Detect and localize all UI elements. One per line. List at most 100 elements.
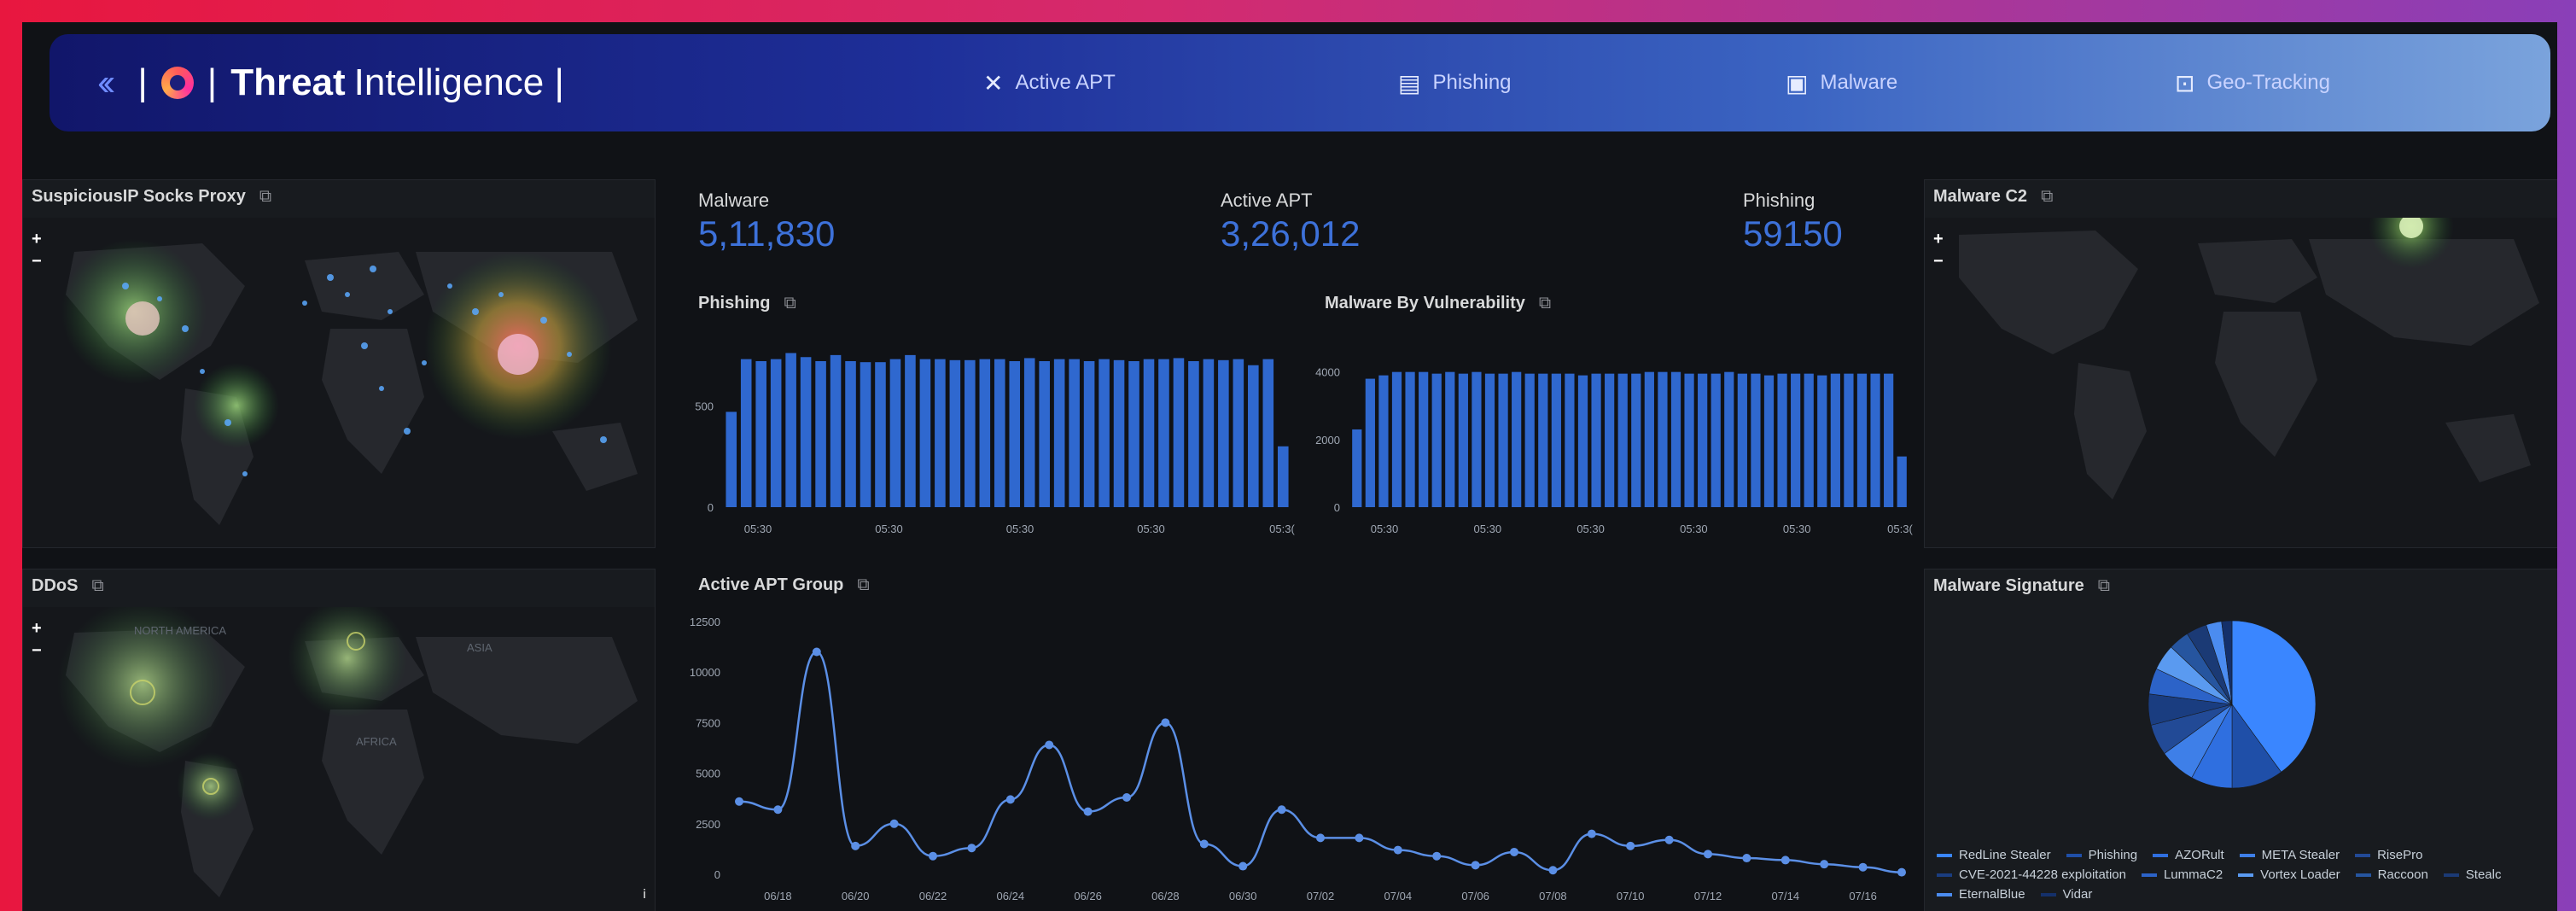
data-point: [1432, 851, 1442, 861]
legend-item[interactable]: Vortex Loader: [2238, 867, 2340, 882]
zoom-in-button[interactable]: +: [1933, 230, 1944, 249]
x-tick-label: 06/28: [1151, 890, 1180, 902]
data-point: [1897, 867, 1906, 877]
bar: [1670, 371, 1681, 507]
info-icon[interactable]: ⅰ: [643, 887, 646, 902]
stat-value: 5,11,830: [698, 213, 836, 254]
bug-icon: ✕: [983, 69, 1004, 96]
data-point: [1820, 860, 1829, 869]
legend-item[interactable]: RisePro: [2355, 848, 2422, 862]
bar: [1203, 359, 1215, 507]
external-link-icon[interactable]: ⧉: [784, 294, 796, 313]
bar: [935, 359, 946, 507]
external-link-icon[interactable]: ⧉: [91, 576, 103, 596]
panel-title: Malware By Vulnerability ⧉: [1325, 294, 1551, 313]
legend-item[interactable]: CVE-2021-44228 exploitation: [1937, 867, 2126, 882]
nav-phishing[interactable]: ▤ Phishing: [1398, 34, 1512, 131]
world-map[interactable]: NORTH AMERICA ASIA AFRICA + − ⅰ: [23, 607, 655, 911]
bar: [1458, 373, 1468, 507]
y-tick-label: 7500: [696, 716, 720, 729]
apt-line-chart[interactable]: 0 2500 5000 7500 10000 12500 06/18 06/20 06/22 06…: [676, 610, 1917, 908]
legend-label: Vidar: [2062, 887, 2093, 902]
zoom-in-button[interactable]: +: [32, 230, 42, 249]
legend-item[interactable]: Stealc: [2443, 867, 2502, 882]
bar: [1431, 373, 1442, 507]
bar: [1763, 375, 1775, 507]
data-point: [851, 841, 860, 850]
vulnerability-bar-chart[interactable]: 0 2000 4000 05:30 05:30 05:30 05:30 05:30 05:3(: [1303, 324, 1917, 546]
data-point: [1316, 833, 1325, 843]
external-link-icon[interactable]: ⧉: [1539, 294, 1551, 313]
external-link-icon[interactable]: ⧉: [857, 575, 869, 595]
stat-malware: Malware 5,11,830: [698, 190, 835, 254]
world-map[interactable]: + −: [1925, 218, 2557, 547]
bar: [1737, 373, 1747, 507]
bar: [815, 361, 826, 507]
x-tick-label: 07/10: [1617, 890, 1645, 902]
bar: [1069, 359, 1080, 507]
world-map[interactable]: + −: [23, 218, 655, 547]
nav-geo-tracking[interactable]: ⊡ Geo-Tracking: [2175, 34, 2330, 131]
legend-item[interactable]: LummaC2: [2141, 867, 2223, 882]
data-point: [1780, 856, 1790, 865]
external-link-icon[interactable]: ⧉: [2041, 187, 2053, 207]
zoom-out-button[interactable]: −: [32, 641, 42, 661]
bar: [1644, 371, 1654, 507]
legend-item[interactable]: EternalBlue: [1937, 887, 2025, 902]
legend-item[interactable]: RedLine Stealer: [1937, 848, 2051, 862]
legend-item[interactable]: Raccoon: [2355, 867, 2428, 882]
bar: [800, 357, 812, 507]
y-tick-label: 5000: [696, 768, 720, 780]
x-tick-label: 06/20: [842, 890, 870, 902]
bar: [1577, 375, 1588, 507]
signature-pie-chart[interactable]: [1925, 610, 2557, 815]
bar: [1419, 371, 1429, 507]
y-tick-label: 10000: [690, 666, 720, 679]
zoom-out-button[interactable]: −: [1933, 252, 1944, 272]
zoom-out-button[interactable]: −: [32, 252, 42, 272]
bar: [1391, 371, 1402, 507]
legend-label: Stealc: [2465, 867, 2502, 882]
bar: [979, 359, 991, 507]
bar: [1498, 373, 1508, 507]
data-point: [1471, 861, 1480, 870]
legend-swatch: [2355, 873, 2371, 877]
legend-item[interactable]: Phishing: [2066, 848, 2137, 862]
map-svg: [61, 239, 638, 525]
legend-item[interactable]: Vidar: [2040, 887, 2093, 902]
x-tick-label: 07/02: [1307, 890, 1335, 902]
nav-active-apt[interactable]: ✕ Active APT: [983, 34, 1116, 131]
nav-malware[interactable]: ▣ Malware: [1786, 34, 1897, 131]
panel-title-text: Phishing: [698, 294, 771, 312]
legend-item[interactable]: AZORult: [2153, 848, 2224, 862]
data-point: [1355, 833, 1364, 843]
data-point: [1005, 795, 1015, 804]
bar: [1053, 359, 1065, 507]
double-chevron-left-icon[interactable]: ‹‹: [97, 61, 116, 104]
external-link-icon[interactable]: ⧉: [2098, 576, 2110, 596]
nav-label: Malware: [1820, 71, 1898, 94]
zoom-in-button[interactable]: +: [32, 619, 42, 639]
bar: [949, 359, 961, 507]
map-label: AFRICA: [356, 735, 397, 748]
x-tick-label: 07/14: [1772, 890, 1800, 902]
legend-label: Raccoon: [2377, 867, 2428, 882]
bar: [726, 412, 737, 507]
bar: [1538, 373, 1548, 507]
phishing-bar-chart[interactable]: 0 500 05:30 05:30 05:30 05:30 05:3(: [676, 324, 1299, 546]
data-point: [1238, 861, 1248, 871]
legend-label: RedLine Stealer: [1959, 848, 2051, 862]
bar: [1158, 359, 1169, 507]
stat-active-apt: Active APT 3,26,012: [1221, 190, 1361, 254]
separator: |: [207, 61, 218, 103]
legend-item[interactable]: META Stealer: [2239, 848, 2340, 862]
nav-label: Geo-Tracking: [2206, 71, 2330, 94]
x-tick-label: 05:30: [1006, 523, 1034, 535]
bar: [1711, 373, 1721, 507]
data-point: [773, 805, 783, 815]
external-link-icon[interactable]: ⧉: [259, 187, 271, 207]
bar: [770, 359, 782, 507]
stat-label: Phishing: [1743, 190, 1815, 211]
panel-title: Active APT Group ⧉: [698, 575, 870, 595]
panel-title-text: Malware By Vulnerability: [1325, 294, 1525, 312]
